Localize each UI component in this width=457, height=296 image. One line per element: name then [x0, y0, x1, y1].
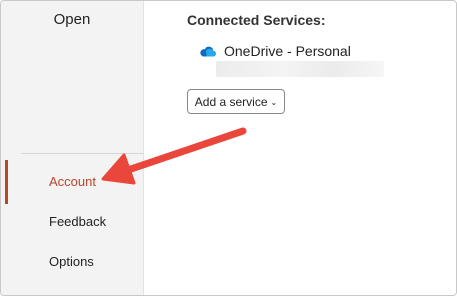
- sidebar-divider: [21, 153, 143, 154]
- sidebar-item-feedback[interactable]: Feedback: [1, 208, 143, 236]
- sidebar-item-account[interactable]: Account: [1, 160, 143, 204]
- sidebar-item-label: Account: [49, 174, 96, 189]
- selected-indicator: [5, 160, 8, 204]
- backstage-sidebar: Open Account Feedback Options: [1, 1, 144, 295]
- connected-services-heading: Connected Services:: [187, 12, 326, 28]
- sidebar-item-options[interactable]: Options: [1, 248, 143, 276]
- service-onedrive-row: OneDrive - Personal: [199, 40, 351, 62]
- add-service-label: Add a service: [194, 94, 268, 109]
- account-main-panel: Connected Services: OneDrive - Personal …: [144, 1, 456, 295]
- add-service-button[interactable]: Add a service ⌄: [187, 89, 285, 114]
- redacted-account-email: [216, 61, 384, 77]
- sidebar-item-open[interactable]: Open: [1, 6, 143, 34]
- chevron-down-icon: ⌄: [270, 97, 278, 107]
- onedrive-cloud-icon: [199, 45, 216, 57]
- service-name: OneDrive - Personal: [224, 43, 351, 59]
- office-account-window: Open Account Feedback Options Connected …: [0, 0, 457, 296]
